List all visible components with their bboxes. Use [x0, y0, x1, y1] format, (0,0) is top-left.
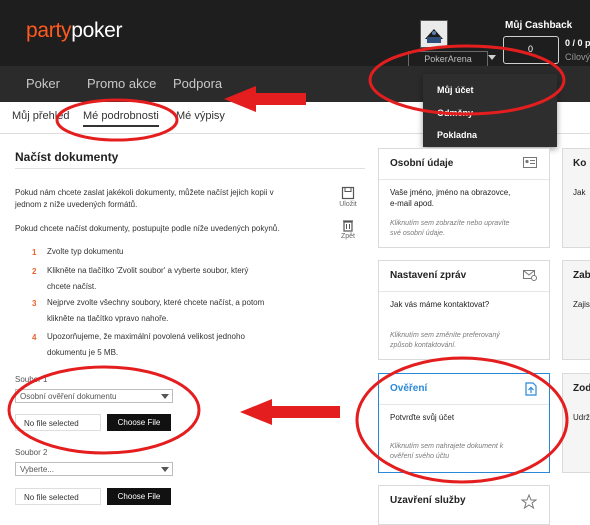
step-text: Klikněte na tlačítko 'Zvolit soubor' a v…: [47, 263, 337, 295]
card-note: Kliknutím sem nahrajete dokument k ověřen…: [390, 442, 503, 462]
title-divider: [15, 168, 365, 169]
card-header: Osobní údaje: [379, 149, 549, 180]
step-4-line-1: Upozorňujeme, že maximální povolená veli…: [47, 332, 245, 341]
step-number: 1: [32, 248, 37, 257]
file-1-label: Soubor 1: [15, 375, 48, 384]
card-partial-security[interactable]: Zab Zajis: [562, 260, 590, 360]
document-upload-icon: [525, 382, 537, 396]
cashback-target: Cílový: [565, 52, 590, 62]
step-number: 3: [32, 299, 37, 308]
card-title: Ko: [573, 158, 587, 169]
mail-settings-icon: [523, 270, 537, 281]
step-text: Nejprve zvolte všechny soubory, které ch…: [47, 295, 337, 327]
annotation-arrow-upload: [240, 399, 340, 425]
card-title: Zod: [573, 383, 590, 394]
verification-note-2: ověření svého účtu: [390, 453, 450, 460]
tab-my-statements[interactable]: Mé výpisy: [176, 110, 225, 122]
tab-my-details[interactable]: Mé podrobnosti: [83, 110, 159, 127]
nav-item-poker[interactable]: Poker: [26, 76, 60, 91]
file-2-label: Soubor 2: [15, 448, 48, 457]
cashback-box-value: 0: [528, 44, 534, 54]
card-title: Uzavření služby: [390, 495, 466, 506]
step-2-line-2: chcete načíst.: [47, 282, 97, 291]
card-title: Zab: [573, 270, 590, 281]
personal-note-2: své osobní údaje.: [390, 230, 445, 237]
select-1-value: Osobní ověření dokumentu: [20, 392, 117, 401]
id-card-icon: [523, 157, 537, 168]
card-title: Nastavení zpráv: [390, 270, 467, 281]
partypoker-logo[interactable]: partypoker: [26, 19, 123, 43]
card-body: Jak: [573, 188, 586, 197]
verification-note-1: Kliknutím sem nahrajete dokument k: [390, 443, 504, 450]
personal-body-1: Vaše jméno, jméno na obrazovce,: [390, 188, 511, 197]
nav-item-promo[interactable]: Promo akce: [87, 76, 156, 91]
choose-file-button-1[interactable]: Choose File: [107, 414, 171, 431]
menu-item-my-account[interactable]: Můj účet: [437, 85, 474, 95]
save-label: Uložit: [339, 201, 357, 208]
card-header: Nastavení zpráv: [379, 261, 549, 292]
instructions-text: Pokud chcete načíst dokumenty, postupujt…: [15, 224, 280, 233]
step-text: Upozorňujeme, že maximální povolená veli…: [47, 329, 337, 361]
choose-file-button-2[interactable]: Choose File: [107, 488, 171, 505]
intro-line-1: Pokud nám chcete zaslat jakékoli dokumen…: [15, 188, 274, 197]
avatar-image: [421, 21, 447, 47]
card-title: Osobní údaje: [390, 158, 454, 169]
save-button[interactable]: Uložit: [336, 186, 360, 208]
nav-item-support[interactable]: Podpora: [173, 76, 222, 91]
intro-line-2: jednom z níže uvedených formátů.: [15, 200, 138, 209]
step-4-line-2: dokumentu je 5 MB.: [47, 348, 119, 357]
card-header: Ověření: [379, 374, 549, 405]
cashback-points: 0 / 0 p: [565, 38, 590, 48]
logo-party-text: party: [26, 19, 72, 42]
card-verification[interactable]: Ověření Potvrďte svůj účet Kliknutím sem…: [378, 373, 550, 473]
trash-icon: [343, 220, 353, 232]
card-body: Potvrďte svůj účet: [390, 413, 455, 422]
step-3-line-1: Nejprve zvolte všechny soubory, které ch…: [47, 298, 265, 307]
cashback-title: Můj Cashback: [505, 20, 573, 31]
messages-note-1: Kliknutím sem změníte preferovaný: [390, 332, 500, 339]
card-title: Ověření: [390, 383, 428, 394]
card-body: Udrž: [573, 413, 590, 422]
card-message-settings[interactable]: Nastavení zpráv Jak vás máme kontaktovat…: [378, 260, 550, 360]
card-body: Jak vás máme kontaktovat?: [390, 300, 490, 309]
avatar[interactable]: [420, 20, 448, 48]
cashback-progress: 0: [503, 36, 559, 64]
chevron-down-icon: [161, 467, 169, 472]
step-2-line-1: Klikněte na tlačítko 'Zvolit soubor' a v…: [47, 266, 249, 275]
step-1-line-1: Zvolte typ dokumentu: [47, 247, 124, 256]
save-icon: [341, 186, 355, 200]
card-service-closure[interactable]: Uzavření služby: [378, 485, 550, 525]
card-personal-details[interactable]: Osobní údaje Vaše jméno, jméno na obrazo…: [378, 148, 550, 248]
menu-item-rewards[interactable]: Odměny: [437, 108, 473, 118]
card-note: Kliknutím sem změníte preferovaný způsob …: [390, 331, 500, 351]
document-type-select-1[interactable]: Osobní ověření dokumentu: [15, 389, 173, 403]
step-number: 2: [32, 267, 37, 276]
back-button[interactable]: Zpět: [336, 218, 360, 240]
messages-note-2: způsob kontaktování.: [390, 342, 457, 349]
step-number: 4: [32, 333, 37, 342]
page-title: Načíst dokumenty: [15, 150, 119, 164]
personal-body-2: e-mail apod.: [390, 199, 435, 208]
personal-note-1: Kliknutím sem zobrazíte nebo upravíte: [390, 220, 510, 227]
card-note: Kliknutím sem zobrazíte nebo upravíte své…: [390, 219, 509, 239]
file-1-status: No file selected: [15, 414, 101, 431]
card-body: Zajis: [573, 300, 590, 309]
card-body: Vaše jméno, jméno na obrazovce, e-mail ap…: [390, 187, 510, 209]
card-partial-contact[interactable]: Ko Jak: [562, 148, 590, 248]
step-3-line-2: klikněte na tlačítko vpravo nahoře.: [47, 314, 169, 323]
star-icon: [521, 494, 537, 509]
card-partial-responsible[interactable]: Zod Udrž: [562, 373, 590, 473]
document-type-select-2[interactable]: Vyberte...: [15, 462, 173, 476]
step-text: Zvolte typ dokumentu: [47, 244, 337, 260]
back-label: Zpět: [340, 233, 355, 240]
select-2-value: Vyberte...: [20, 465, 54, 474]
chevron-down-icon[interactable]: [488, 55, 496, 60]
account-dropdown-menu: Můj účet Odměny Pokladna: [423, 74, 557, 147]
chevron-down-icon: [161, 394, 169, 399]
file-2-status: No file selected: [15, 488, 101, 505]
tab-my-overview[interactable]: Můj přehled: [12, 110, 69, 122]
logo-poker-text: poker: [71, 19, 123, 42]
menu-item-cashier[interactable]: Pokladna: [437, 130, 477, 140]
